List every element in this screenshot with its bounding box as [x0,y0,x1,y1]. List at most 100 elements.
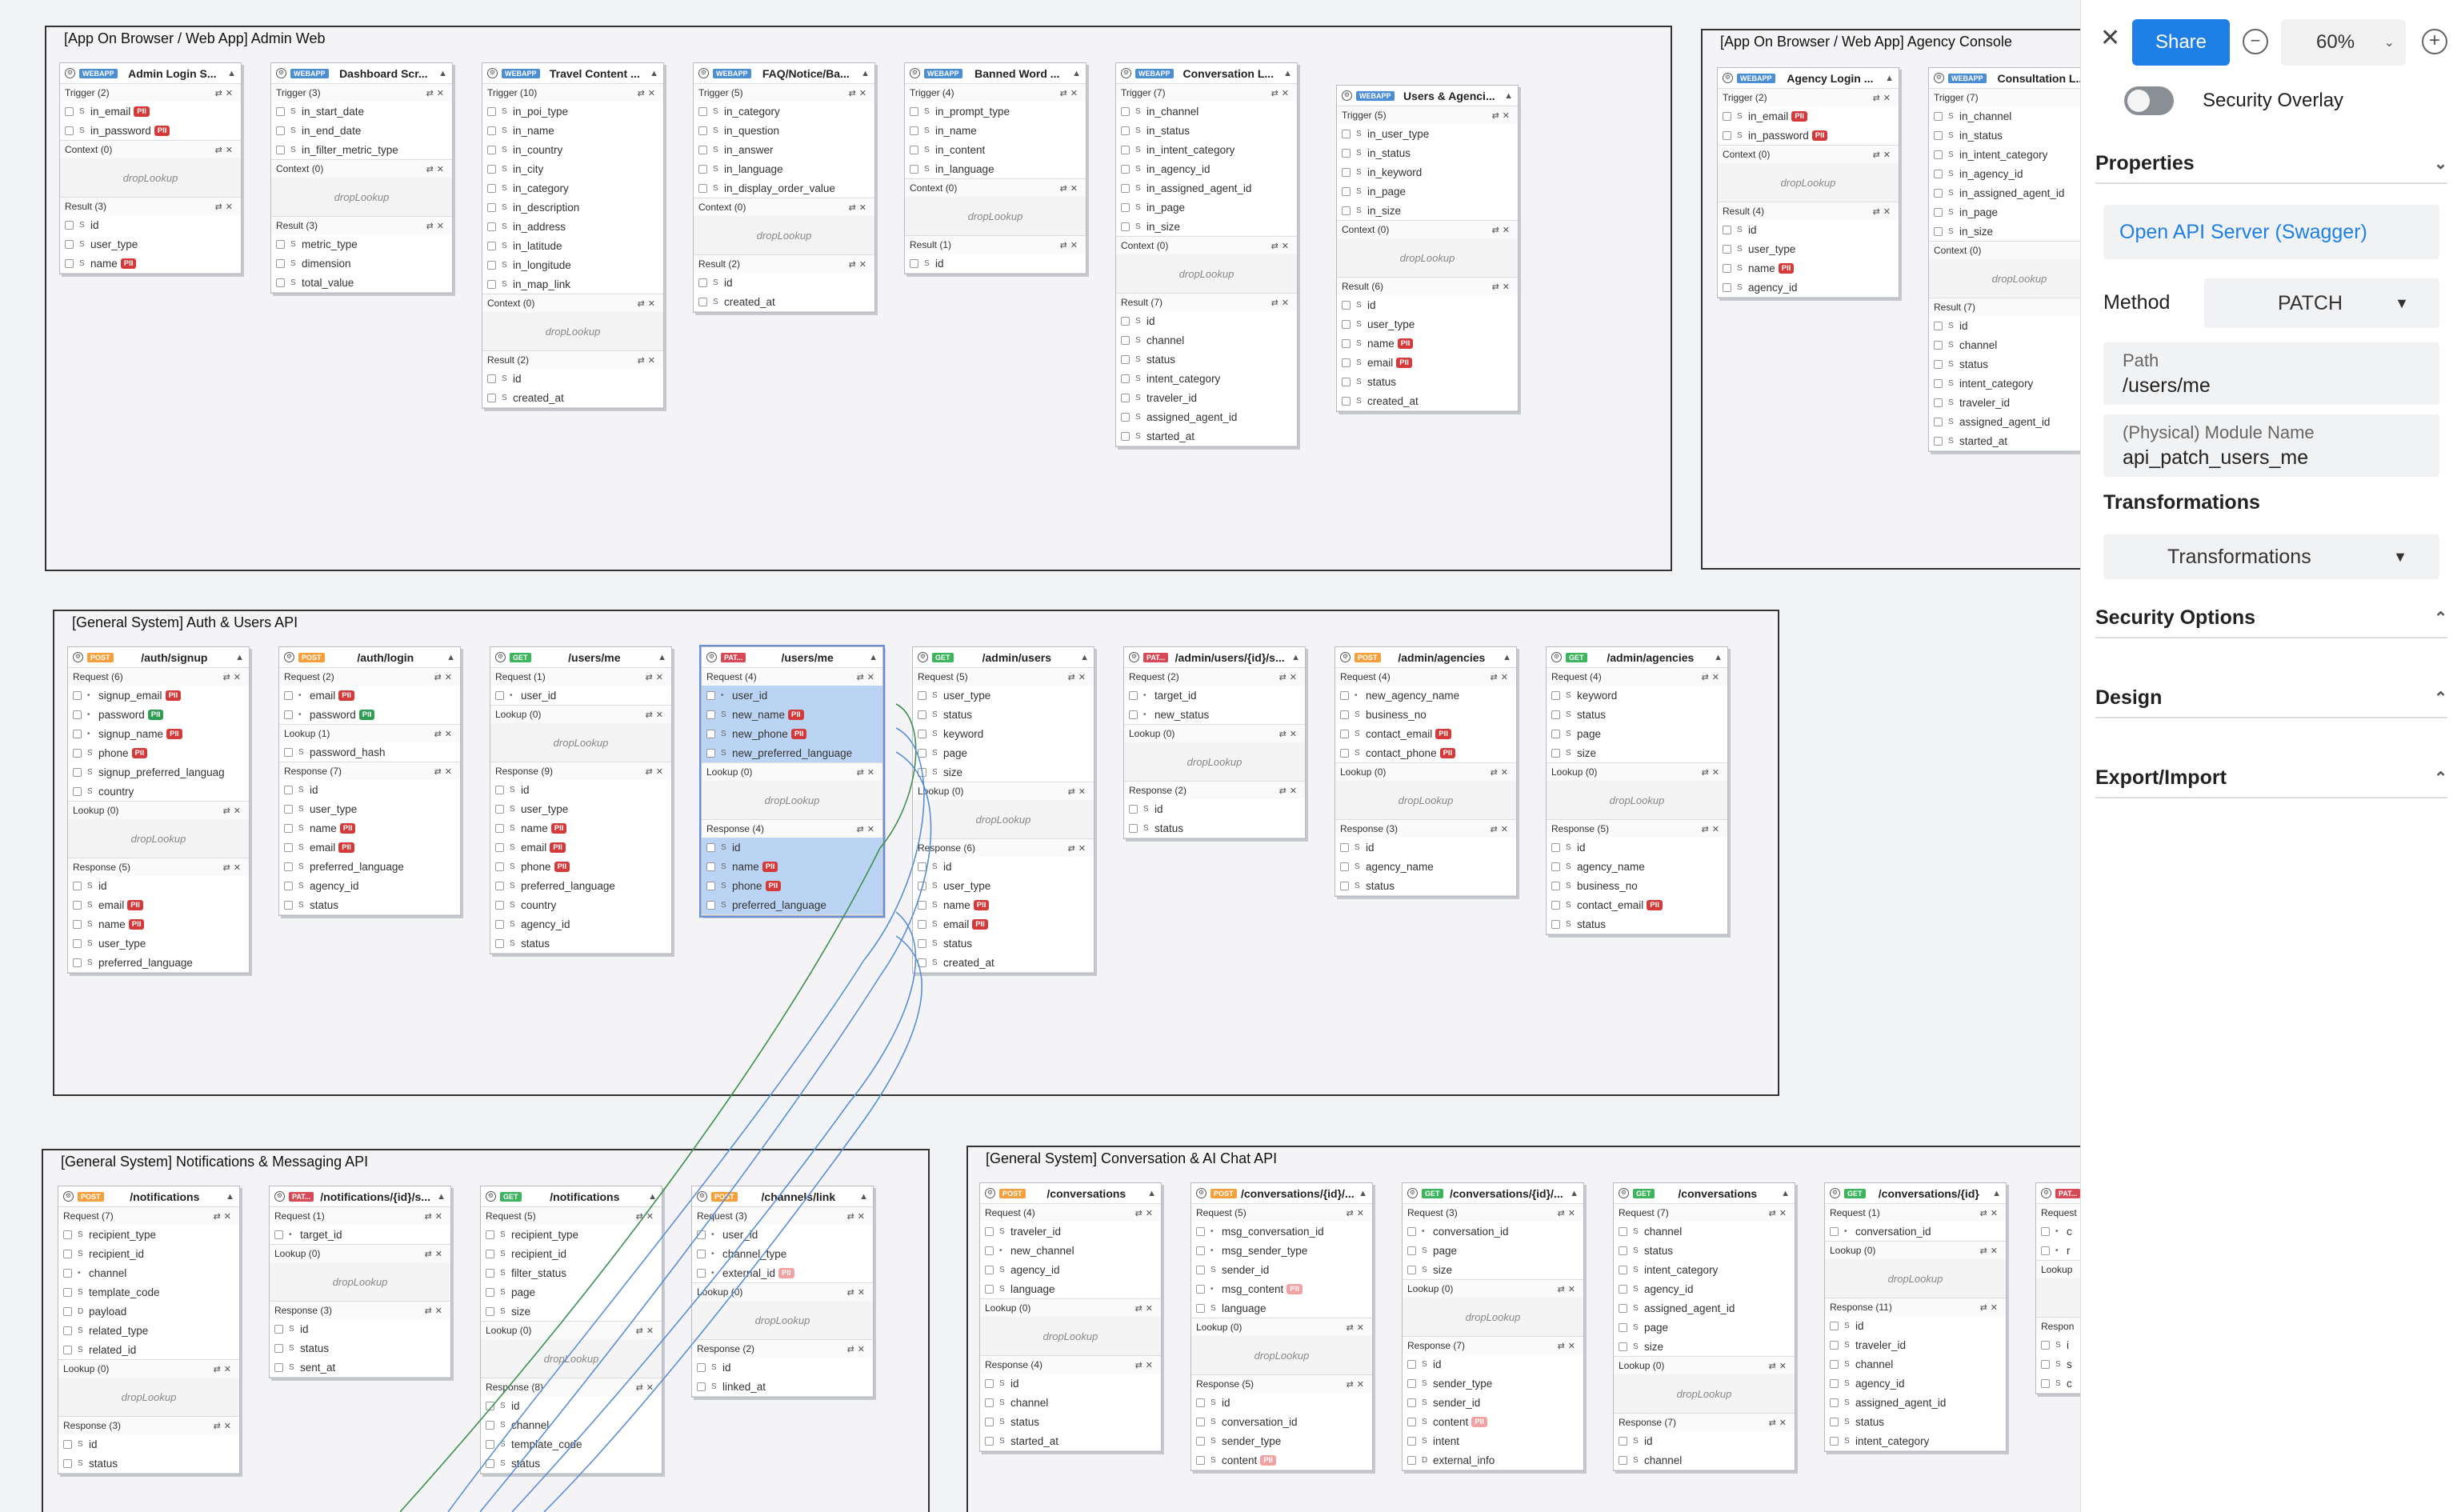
card-header[interactable]: ⚙ webapp Conversation L... ▲ [1116,63,1297,84]
field-checkbox[interactable] [284,881,293,890]
field-checkbox[interactable] [284,862,293,871]
field-row[interactable]: Sid [1929,316,2080,335]
field-row[interactable]: Sin_agency_id [1116,159,1297,178]
field-checkbox[interactable] [63,1345,72,1354]
section-actions-icon[interactable]: ⇄✕ [1558,1341,1579,1351]
field-row[interactable]: Sstatus [1335,876,1516,895]
field-row[interactable]: Sin_status [1116,121,1297,140]
field-row[interactable]: Srecipient_type [58,1225,239,1244]
section-actions-icon[interactable]: ⇄✕ [426,88,447,98]
field-checkbox[interactable] [698,278,707,287]
field-row[interactable]: Stemplate_code [481,1434,662,1454]
field-checkbox[interactable] [486,1439,494,1449]
field-row[interactable]: Si [2036,1335,2080,1354]
field-checkbox[interactable] [1551,748,1560,758]
field-checkbox[interactable] [918,710,926,719]
field-checkbox[interactable] [1196,1246,1205,1255]
field-checkbox[interactable] [1121,106,1130,116]
field-row[interactable]: Sin_intent_category [1929,145,2080,164]
field-row[interactable]: Schannel [481,1415,662,1434]
field-checkbox[interactable] [73,729,82,738]
field-checkbox[interactable] [1619,1226,1627,1236]
chevron-up-icon[interactable]: ▲ [227,69,236,78]
field-checkbox[interactable] [1121,335,1130,345]
field-checkbox[interactable] [697,1362,706,1372]
field-checkbox[interactable] [1196,1398,1205,1407]
drop-lookup-zone[interactable]: dropLookup [68,819,249,858]
field-checkbox[interactable] [985,1417,994,1426]
field-checkbox[interactable] [487,202,496,212]
node-card[interactable]: ⚙webappConsultation L...▲Trigger (7)⇄✕Si… [1928,67,2080,452]
field-row[interactable]: Sin_language [694,159,874,178]
field-row[interactable]: Sstatus [490,934,671,953]
field-checkbox[interactable] [918,881,926,890]
section-actions-icon[interactable]: ⇄✕ [636,1382,657,1393]
field-checkbox[interactable] [1342,186,1351,196]
drop-lookup-zone[interactable]: dropLookup [694,216,874,254]
field-row[interactable]: Sin_channel [1116,102,1297,121]
field-row[interactable]: Sname PII [913,895,1094,914]
drop-lookup-zone[interactable]: dropLookup [1337,238,1518,277]
field-checkbox[interactable] [706,881,715,890]
drop-lookup-zone[interactable]: dropLookup [271,178,452,216]
field-row[interactable]: Spage [1547,724,1727,743]
card-header[interactable]: ⚙ pat... /admin/users/{id}/s... ▲ [1124,647,1305,668]
field-checkbox[interactable] [495,785,504,794]
field-row[interactable]: Suser_type [1718,239,1899,258]
field-checkbox[interactable] [1551,710,1560,719]
field-checkbox[interactable] [1934,436,1943,446]
field-checkbox[interactable] [918,919,926,929]
field-row[interactable]: Sid [270,1319,450,1338]
field-row[interactable]: Scontent PII [1191,1450,1372,1470]
field-checkbox[interactable] [487,279,496,289]
zoom-out-icon[interactable]: − [2243,29,2268,54]
drop-lookup-zone[interactable]: dropLookup [980,1317,1161,1355]
field-row[interactable]: Sin_description [482,198,663,217]
field-row[interactable]: Slinked_at [692,1377,873,1396]
drop-lookup-zone[interactable]: dropLookup [58,1378,239,1416]
drop-lookup-zone[interactable] [2036,1278,2080,1317]
field-row[interactable]: Srecipient_type [481,1225,662,1244]
field-checkbox[interactable] [495,804,504,814]
field-checkbox[interactable] [1723,225,1731,234]
field-checkbox[interactable] [276,126,285,135]
node-card[interactable]: ⚙ pat... /users/me ▲ Request (4) ⇄✕ • user_id Sn… [699,645,885,918]
field-checkbox[interactable] [486,1230,494,1239]
field-row[interactable]: Sin_intent_category [1116,140,1297,159]
section-actions-icon[interactable]: ⇄✕ [214,1364,234,1374]
field-checkbox[interactable] [985,1436,994,1446]
drop-lookup-zone[interactable]: dropLookup [60,158,241,197]
field-checkbox[interactable] [1830,1321,1839,1330]
chevron-up-icon[interactable]: ▲ [1781,1189,1790,1198]
field-checkbox[interactable] [1340,842,1349,852]
field-row[interactable]: Sintent [1403,1431,1583,1450]
field-checkbox[interactable] [2041,1359,2050,1369]
field-row[interactable]: Sin_address [482,217,663,236]
field-checkbox[interactable] [73,900,82,910]
field-checkbox[interactable] [1619,1455,1627,1465]
field-checkbox[interactable] [284,710,293,719]
field-row[interactable]: Sin_country [482,140,663,159]
field-checkbox[interactable] [1342,129,1351,138]
section-actions-icon[interactable]: ⇄✕ [1873,93,1894,103]
field-row[interactable]: Schannel [1929,335,2080,354]
field-row[interactable]: Sin_assigned_agent_id [1116,178,1297,198]
field-checkbox[interactable] [495,900,504,910]
section-actions-icon[interactable]: ⇄✕ [215,202,236,212]
close-icon[interactable]: ✕ [2100,24,2120,52]
chevron-up-icon[interactable]: ▲ [1080,653,1089,662]
section-actions-icon[interactable]: ⇄✕ [1060,183,1081,194]
section-actions-icon[interactable]: ⇄✕ [434,766,455,777]
field-checkbox[interactable] [1830,1378,1839,1388]
zoom-in-icon[interactable]: + [2422,29,2447,54]
field-checkbox[interactable] [1934,340,1943,350]
field-checkbox[interactable] [1121,374,1130,383]
field-checkbox[interactable] [487,374,496,383]
field-checkbox[interactable] [918,767,926,777]
field-checkbox[interactable] [284,823,293,833]
card-header[interactable]: ⚙ webapp Travel Content ... ▲ [482,63,663,84]
field-checkbox[interactable] [1121,354,1130,364]
field-row[interactable]: Sin_name [905,121,1086,140]
field-row[interactable]: Srecipient_id [481,1244,662,1263]
field-checkbox[interactable] [1342,206,1351,215]
